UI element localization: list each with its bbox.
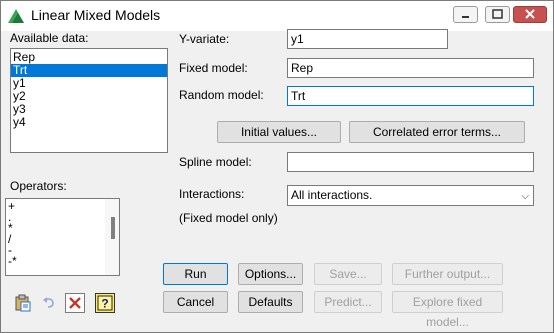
- further-output-button[interactable]: Further output...: [392, 263, 503, 285]
- defaults-button[interactable]: Defaults: [238, 291, 303, 313]
- interactions-note: (Fixed model only): [179, 211, 278, 225]
- list-item[interactable]: y4: [11, 116, 167, 129]
- list-item[interactable]: .: [6, 211, 119, 223]
- list-item[interactable]: y1: [11, 77, 167, 90]
- undo-button[interactable]: [39, 293, 59, 313]
- interactions-selected-value: All interactions.: [291, 188, 373, 202]
- undo-icon: [43, 297, 54, 308]
- chevron-down-icon: ⌵: [521, 191, 529, 202]
- minimize-button[interactable]: [453, 6, 478, 23]
- list-item[interactable]: Rep: [11, 51, 167, 64]
- run-button[interactable]: Run: [163, 263, 228, 285]
- maximize-button[interactable]: [485, 6, 510, 23]
- available-data-label: Available data:: [10, 31, 89, 45]
- y-variate-label: Y-variate:: [179, 32, 230, 46]
- spline-model-label: Spline model:: [179, 155, 252, 169]
- predict-button[interactable]: Predict...: [314, 291, 382, 313]
- options-button[interactable]: Options...: [238, 263, 303, 285]
- dialog-window: Linear Mixed Models Available data: Rep …: [0, 0, 554, 333]
- close-window-button[interactable]: [513, 6, 547, 23]
- scrollbar-thumb[interactable]: [111, 217, 115, 239]
- close-icon: [525, 9, 535, 19]
- fixed-model-input[interactable]: Rep: [287, 58, 534, 78]
- clear-button[interactable]: [65, 293, 85, 313]
- interactions-label: Interactions:: [179, 187, 245, 201]
- available-data-list[interactable]: Rep Trt y1 y2 y3 y4: [10, 48, 168, 153]
- correlated-error-terms-button[interactable]: Correlated error terms...: [349, 121, 525, 143]
- random-model-input[interactable]: Trt: [287, 86, 534, 106]
- help-icon: ?: [97, 295, 113, 311]
- save-button[interactable]: Save...: [314, 263, 382, 285]
- operators-label: Operators:: [10, 179, 67, 193]
- list-item[interactable]: /: [6, 233, 119, 245]
- random-model-label: Random model:: [179, 88, 264, 102]
- list-item[interactable]: y3: [11, 103, 167, 116]
- minimize-icon: [462, 16, 469, 18]
- clear-icon: [69, 297, 81, 309]
- svg-text:?: ?: [101, 297, 108, 311]
- help-button[interactable]: ?: [95, 293, 115, 313]
- operators-list[interactable]: + . * / - -*: [5, 198, 120, 276]
- list-item[interactable]: -: [6, 244, 119, 256]
- title-bar[interactable]: Linear Mixed Models: [1, 1, 553, 31]
- list-item[interactable]: -*: [6, 255, 119, 267]
- list-item[interactable]: +: [6, 200, 119, 212]
- app-logo-icon: [8, 9, 24, 23]
- paste-button[interactable]: [13, 293, 33, 313]
- y-variate-input[interactable]: y1: [287, 29, 448, 49]
- maximize-icon: [492, 9, 503, 19]
- operators-scrollbar[interactable]: [105, 199, 119, 275]
- spline-model-input[interactable]: [287, 152, 534, 172]
- initial-values-button[interactable]: Initial values...: [217, 121, 341, 143]
- paste-icon: [15, 294, 31, 312]
- window-title: Linear Mixed Models: [31, 7, 161, 23]
- list-item[interactable]: y2: [11, 90, 167, 103]
- list-item[interactable]: Trt: [11, 64, 167, 77]
- explore-fixed-model-button[interactable]: Explore fixed model...: [392, 291, 503, 329]
- cancel-button[interactable]: Cancel: [163, 291, 228, 313]
- list-item[interactable]: *: [6, 222, 119, 234]
- fixed-model-label: Fixed model:: [179, 61, 248, 75]
- interactions-dropdown[interactable]: All interactions. ⌵: [287, 185, 534, 206]
